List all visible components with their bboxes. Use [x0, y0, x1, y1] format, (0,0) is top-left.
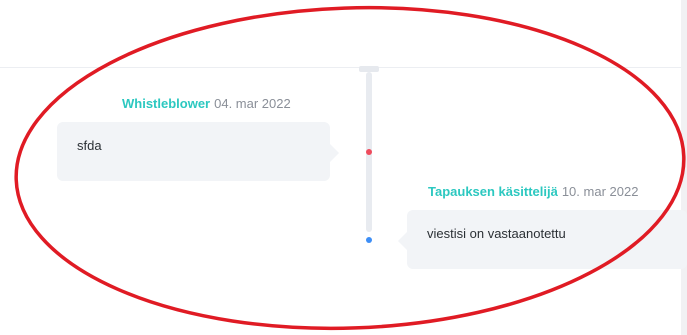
- timeline-marker-whistleblower: [366, 149, 372, 155]
- message-text: viestisi on vastaanotettu: [427, 226, 566, 241]
- page-header-area: [0, 0, 687, 67]
- message-text: sfda: [77, 138, 102, 153]
- message-bubble-handler: viestisi on vastaanotettu: [398, 210, 687, 269]
- message-author: Tapauksen käsittelijä: [428, 184, 558, 199]
- message-date: 04. mar 2022: [214, 96, 291, 111]
- message-meta-whistleblower: Whistleblower 04. mar 2022: [122, 96, 291, 112]
- message-author: Whistleblower: [122, 96, 211, 111]
- message-date: 10. mar 2022: [561, 184, 639, 199]
- timeline-marker-handler: [366, 237, 372, 243]
- message-bubble-whistleblower: sfda: [57, 122, 339, 181]
- scrollbar[interactable]: [681, 0, 687, 335]
- message-meta-handler: Tapauksen käsittelijä 10. mar 2022: [428, 184, 638, 200]
- header-divider: [0, 67, 687, 68]
- message-history-page: Whistleblower 04. mar 2022 sfda Tapauksen…: [0, 0, 687, 335]
